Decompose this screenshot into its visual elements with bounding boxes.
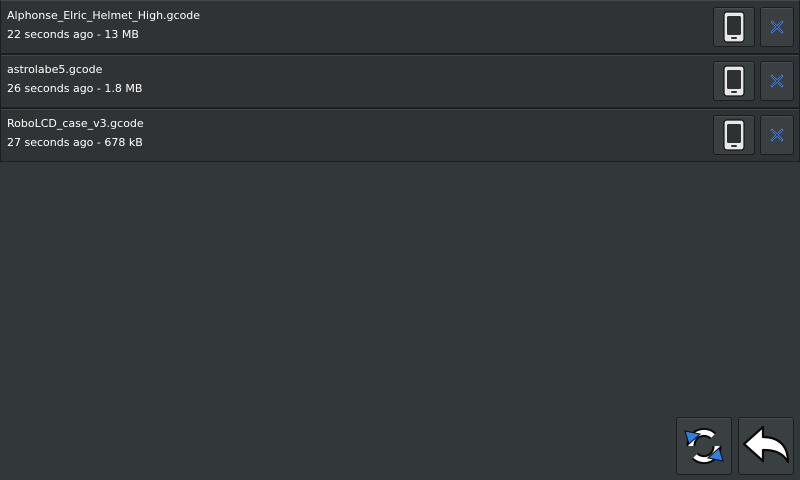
- delete-file-button[interactable]: [760, 61, 794, 101]
- file-row[interactable]: Alphonse_Elric_Helmet_High.gcode 22 seco…: [0, 0, 800, 54]
- file-meta: 27 seconds ago - 678 kB: [7, 136, 143, 149]
- refresh-button[interactable]: [676, 417, 732, 475]
- file-meta: 26 seconds ago - 1.8 MB: [7, 82, 143, 95]
- file-name: RoboLCD_case_v3.gcode: [7, 117, 144, 130]
- print-from-device-button[interactable]: [713, 7, 755, 47]
- print-from-device-button[interactable]: [713, 115, 755, 155]
- close-icon: [770, 74, 784, 88]
- file-list: Alphonse_Elric_Helmet_High.gcode 22 seco…: [0, 0, 800, 162]
- delete-file-button[interactable]: [760, 7, 794, 47]
- close-icon: [770, 20, 784, 34]
- file-meta: 22 seconds ago - 13 MB: [7, 28, 139, 41]
- print-from-device-button[interactable]: [713, 61, 755, 101]
- refresh-icon: [681, 423, 727, 469]
- file-row[interactable]: astrolabe5.gcode 26 seconds ago - 1.8 MB: [0, 54, 800, 108]
- device-icon: [722, 119, 746, 151]
- device-icon: [722, 11, 746, 43]
- back-arrow-icon: [741, 422, 791, 470]
- close-icon: [770, 128, 784, 142]
- back-button[interactable]: [738, 417, 794, 475]
- file-name: Alphonse_Elric_Helmet_High.gcode: [7, 9, 201, 22]
- device-icon: [722, 65, 746, 97]
- file-row[interactable]: RoboLCD_case_v3.gcode 27 seconds ago - 6…: [0, 108, 800, 162]
- file-name: astrolabe5.gcode: [7, 63, 103, 76]
- delete-file-button[interactable]: [760, 115, 794, 155]
- file-browser-screen: Alphonse_Elric_Helmet_High.gcode 22 seco…: [0, 0, 800, 480]
